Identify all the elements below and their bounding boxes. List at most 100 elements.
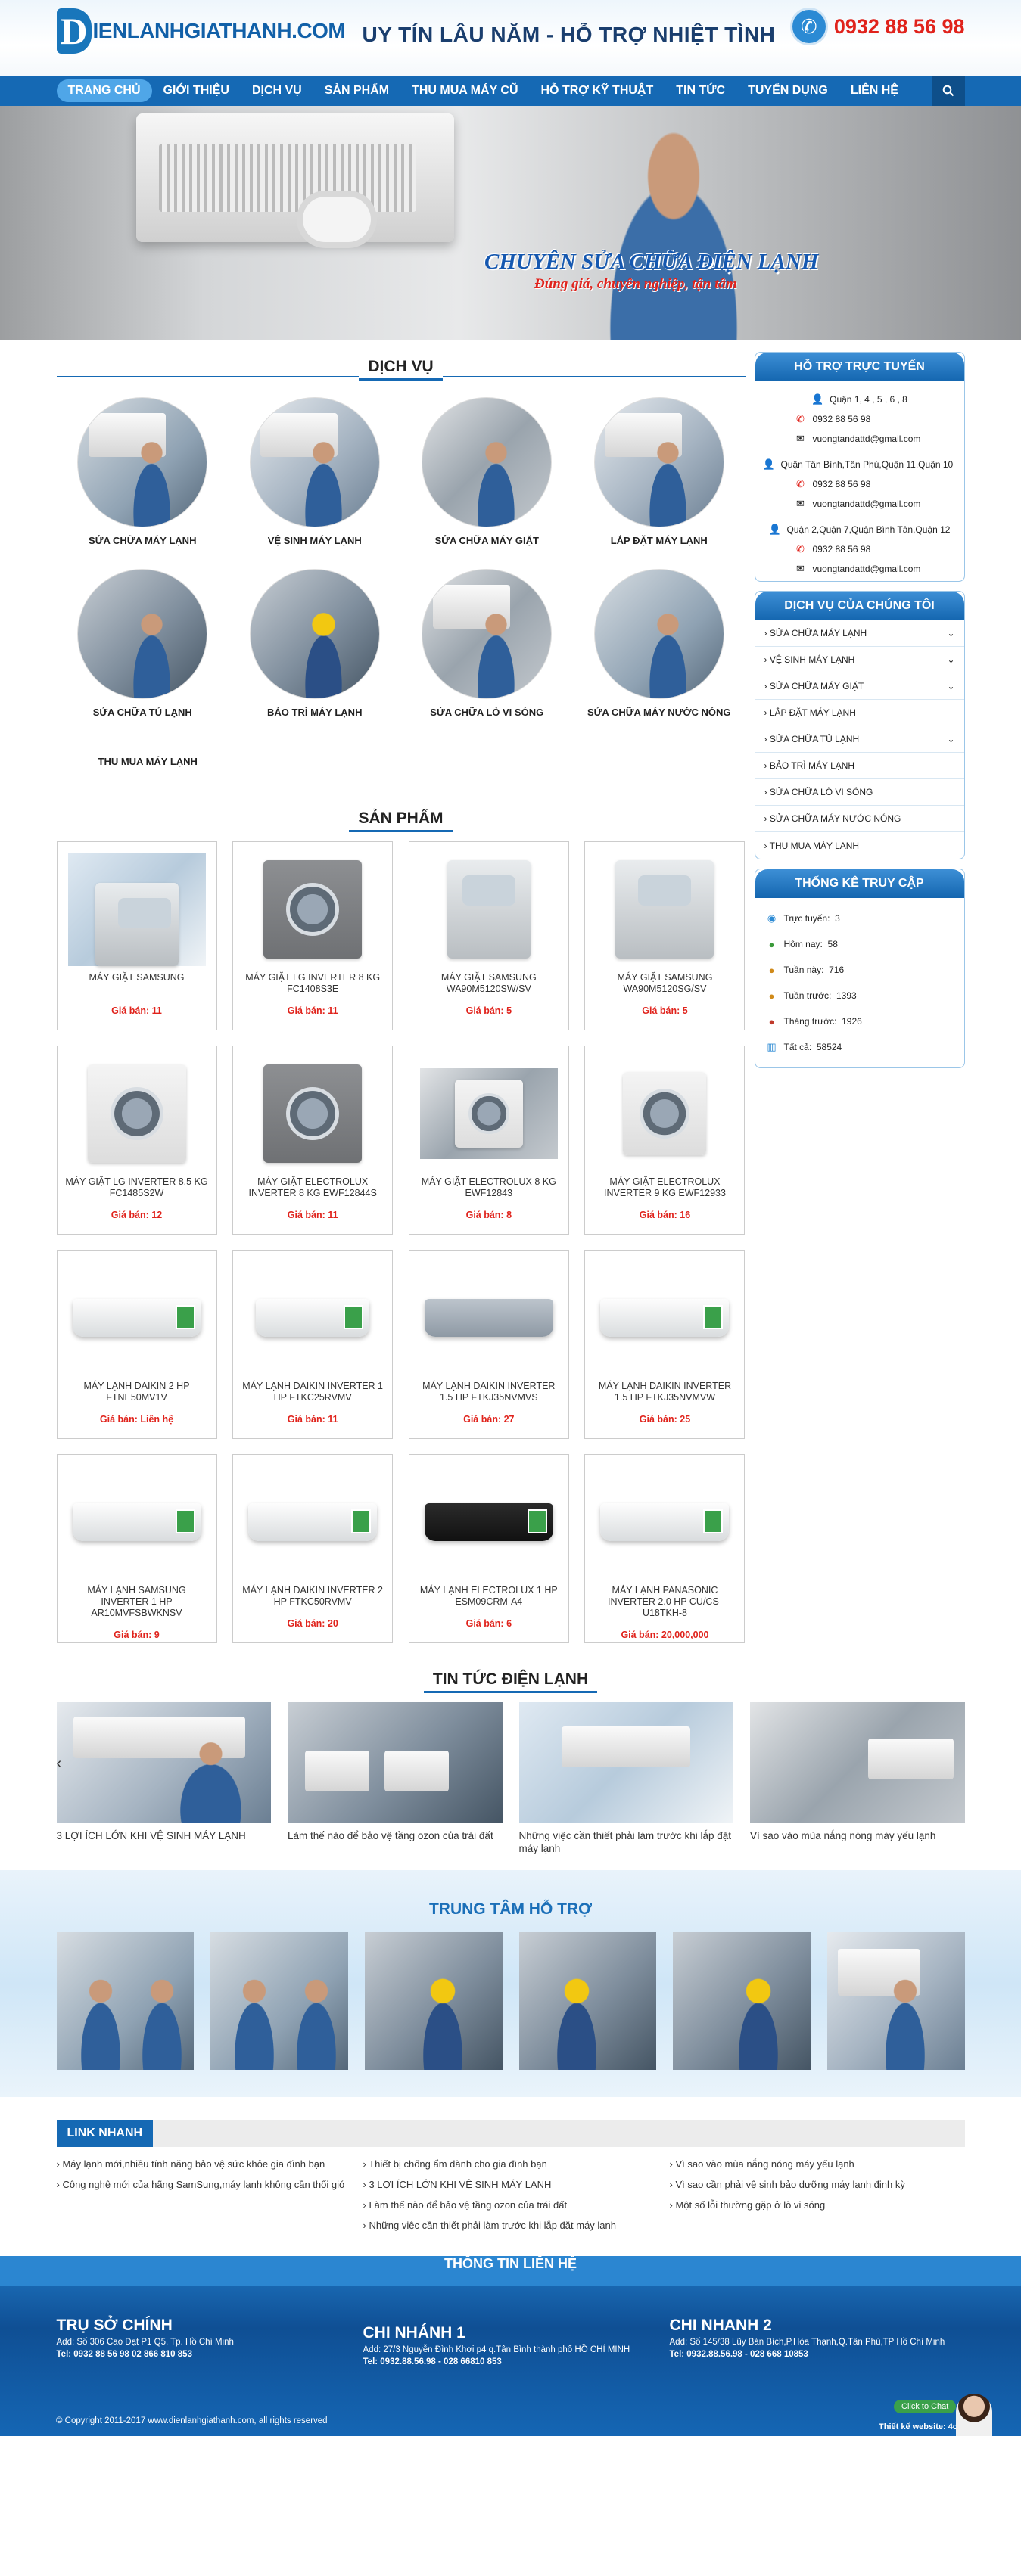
product-card[interactable]: MÁY LẠNH PANASONIC INVERTER 2.0 HP CU/CS…	[584, 1454, 746, 1643]
side-menu-item[interactable]: › SỬA CHỮA MÁY GIẶT ⌄	[755, 673, 964, 700]
service-item[interactable]: SỬA CHỮA MÁY GIẶT	[401, 397, 574, 546]
visit-stats-title: THỐNG KÊ TRUY CẬP	[755, 869, 964, 898]
product-card[interactable]: MÁY GIẶT SAMSUNG WA90M5120SG/SV Giá bán: …	[584, 841, 746, 1030]
banner-ac-image	[136, 113, 454, 242]
gallery-image[interactable]	[210, 1932, 348, 2070]
gallery-image[interactable]	[56, 1932, 195, 2070]
quick-link[interactable]: › Vì sao cần phải vệ sinh bảo dưỡng máy …	[670, 2178, 965, 2191]
product-image	[244, 1465, 381, 1579]
service-item[interactable]: SỬA CHỮA MÁY LẠNH	[57, 397, 229, 546]
quick-link[interactable]: › Máy lạnh mới,nhiều tính năng bảo vệ sứ…	[57, 2158, 352, 2170]
chat-widget[interactable]: Click to Chat Thiết kế website: 4c	[879, 2394, 992, 2436]
copyright: © Copyright 2011-2017 www.dienlanhgiatha…	[56, 2416, 328, 2425]
service-item[interactable]: SỬA CHỮA LÒ VI SÓNG	[401, 569, 574, 718]
product-card[interactable]: MÁY GIẶT ELECTROLUX INVERTER 9 KG EWF129…	[584, 1046, 746, 1235]
side-menu-item[interactable]: › BẢO TRÌ MÁY LẠNH	[755, 753, 964, 779]
product-image	[596, 1261, 733, 1375]
nav-item-products[interactable]: SẢN PHẨM	[313, 79, 400, 102]
side-menu-item[interactable]: › SỬA CHỮA TỦ LẠNH ⌄	[755, 726, 964, 753]
nav-item-services[interactable]: DỊCH VỤ	[241, 79, 313, 102]
links-col-3: › Vì sao vào mùa nắng nóng máy yếu lạnh …	[670, 2158, 965, 2239]
product-card[interactable]: MÁY GIẶT ELECTROLUX 8 KG EWF12843 Giá bán…	[408, 1046, 569, 1235]
service-item[interactable]: BẢO TRÌ MÁY LẠNH	[229, 569, 401, 718]
user-icon: 👤	[768, 524, 781, 535]
nav-item-news[interactable]: TIN TỨC	[665, 79, 736, 102]
service-item[interactable]: VỆ SINH MÁY LẠNH	[229, 397, 401, 546]
gallery-image[interactable]	[518, 1932, 657, 2070]
service-item[interactable]: SỬA CHỮA TỦ LẠNH	[57, 569, 229, 718]
product-card[interactable]: MÁY GIẶT ELECTROLUX INVERTER 8 KG EWF128…	[232, 1046, 394, 1235]
product-card[interactable]: MÁY LẠNH DAIKIN INVERTER 1.5 HP FTKJ35NV…	[584, 1250, 746, 1439]
nav-item-contact[interactable]: LIÊN HỆ	[839, 79, 910, 102]
product-card[interactable]: MÁY LẠNH ELECTROLUX 1 HP ESM09CRM-A4 Giá …	[408, 1454, 569, 1643]
product-image	[244, 853, 381, 966]
product-card[interactable]: MÁY GIẶT SAMSUNG WA90M5120SW/SV Giá bán: …	[408, 841, 569, 1030]
news-item[interactable]: Vì sao vào mùa nắng nóng máy yếu lạnh	[750, 1702, 965, 1855]
service-image	[77, 569, 208, 699]
slider-prev-icon[interactable]: ‹	[57, 1755, 62, 1773]
site-footer: THÔNG TIN LIÊN HỆ TRỤ SỞ CHÍNH Add: Số 3…	[0, 2256, 1021, 2436]
news-image	[750, 1702, 965, 1823]
envelope-icon: ✉	[796, 433, 805, 444]
products-heading: SẢN PHẨM	[56, 803, 746, 834]
service-image	[249, 569, 380, 699]
chevron-down-icon[interactable]: ⌄	[947, 654, 954, 665]
gallery-image[interactable]	[673, 1932, 811, 2070]
news-item[interactable]: 3 LỢI ÍCH LỚN KHI VỆ SINH MÁY LẠNH	[56, 1702, 271, 1855]
nav-item-buy-used[interactable]: THU MUA MÁY CŨ	[400, 79, 529, 102]
side-menu-item[interactable]: › SỬA CHỮA MÁY NƯỚC NÓNG	[755, 806, 964, 832]
stat-row: ● Tuần trước: 1393	[766, 983, 954, 1008]
product-card[interactable]: MÁY GIẶT LG INVERTER 8 KG FC1408S3E Giá b…	[232, 841, 394, 1030]
product-card[interactable]: MÁY LẠNH DAIKIN INVERTER 1 HP FTKC25RVMV…	[232, 1250, 394, 1439]
news-item[interactable]: Những việc cần thiết phải làm trước khi …	[518, 1702, 733, 1855]
support-phone: 0932 88 56 98	[812, 479, 871, 489]
product-card[interactable]: MÁY LẠNH DAIKIN 2 HP FTNE50MV1V Giá bán: …	[56, 1250, 217, 1439]
quick-link[interactable]: › Làm thế nào để bảo vệ tầng ozon của tr…	[363, 2198, 658, 2211]
logo-letter: D	[56, 8, 92, 54]
side-menu-item[interactable]: › SỬA CHỮA LÒ VI SÓNG	[755, 779, 964, 806]
product-card[interactable]: MÁY GIẶT LG INVERTER 8.5 KG FC1485S2W Giá…	[56, 1046, 217, 1235]
site-logo[interactable]: D IENLANHGIATHANH.COM	[56, 8, 346, 54]
side-menu-item[interactable]: › SỬA CHỮA MÁY LẠNH ⌄	[755, 620, 964, 647]
side-menu-item[interactable]: › LẮP ĐẶT MÁY LẠNH	[755, 700, 964, 726]
chevron-right-icon: ›	[764, 654, 770, 665]
quick-links: LINK NHANH › Máy lạnh mới,nhiều tính năn…	[56, 2120, 965, 2239]
nav-item-recruitment[interactable]: TUYỂN DỤNG	[736, 79, 839, 102]
quick-link[interactable]: › Công nghệ mới của hãng SamSung,máy lạn…	[57, 2178, 352, 2191]
product-image	[67, 853, 206, 966]
quick-link[interactable]: › Thiết bị chống ẩm dành cho gia đình bạ…	[363, 2158, 658, 2170]
banner-subtitle: Đúng giá, chuyên nghiệp, tận tâm	[534, 276, 737, 292]
users-icon: ●	[768, 964, 775, 976]
product-card[interactable]: MÁY LẠNH SAMSUNG INVERTER 1 HP AR10MVFSB…	[56, 1454, 217, 1643]
side-menu-item[interactable]: › THU MUA MÁY LẠNH	[755, 832, 964, 859]
quick-link[interactable]: › Vì sao vào mùa nắng nóng máy yếu lạnh	[670, 2158, 965, 2170]
nav-item-tech-support[interactable]: HỖ TRỢ KỸ THUẬT	[530, 79, 665, 102]
quick-link[interactable]: › 3 LỢI ÍCH LỚN KHI VỆ SINH MÁY LẠNH	[363, 2178, 658, 2191]
support-email: vuongtandattd@gmail.com	[812, 433, 921, 444]
main-nav: TRANG CHỦ GIỚI THIỆU DỊCH VỤ SẢN PHẨM TH…	[0, 76, 1021, 106]
chevron-down-icon[interactable]: ⌄	[947, 681, 954, 691]
service-item-buy-ac[interactable]: THU MUA MÁY LẠNH	[57, 756, 746, 767]
product-card[interactable]: MÁY GIẶT SAMSUNG Giá bán: 11	[56, 841, 217, 1030]
nav-item-home[interactable]: TRANG CHỦ	[56, 79, 152, 102]
chevron-down-icon[interactable]: ⌄	[947, 628, 954, 639]
hotline[interactable]: ✆ 0932 88 56 98	[789, 8, 965, 45]
banner-technician-image	[575, 106, 772, 340]
nav-item-about[interactable]: GIỚI THIỆU	[152, 79, 241, 102]
quick-link[interactable]: › Những việc cần thiết phải làm trước kh…	[363, 2219, 658, 2232]
chevron-down-icon[interactable]: ⌄	[947, 734, 954, 744]
product-image	[244, 1261, 381, 1375]
service-item[interactable]: SỬA CHỮA MÁY NƯỚC NÓNG	[573, 569, 746, 718]
user-icon: 👤	[811, 393, 824, 405]
search-button[interactable]	[931, 76, 965, 106]
product-card[interactable]: MÁY LẠNH DAIKIN INVERTER 2 HP FTKC50RVMV…	[232, 1454, 394, 1643]
quick-link[interactable]: › Một số lỗi thường gặp ở lò vi sóng	[670, 2198, 965, 2211]
chart-icon: ▥	[767, 1041, 777, 1052]
side-menu-item[interactable]: › VỆ SINH MÁY LẠNH ⌄	[755, 647, 964, 673]
service-item[interactable]: LẮP ĐẶT MÁY LẠNH	[573, 397, 746, 546]
chat-button[interactable]: Click to Chat	[894, 2400, 957, 2413]
gallery-image[interactable]	[364, 1932, 503, 2070]
gallery-image[interactable]	[826, 1932, 965, 2070]
product-card[interactable]: MÁY LẠNH DAIKIN INVERTER 1.5 HP FTKJ35NV…	[408, 1250, 569, 1439]
news-item[interactable]: Làm thế nào để bảo vệ tầng ozon của trái…	[288, 1702, 503, 1855]
